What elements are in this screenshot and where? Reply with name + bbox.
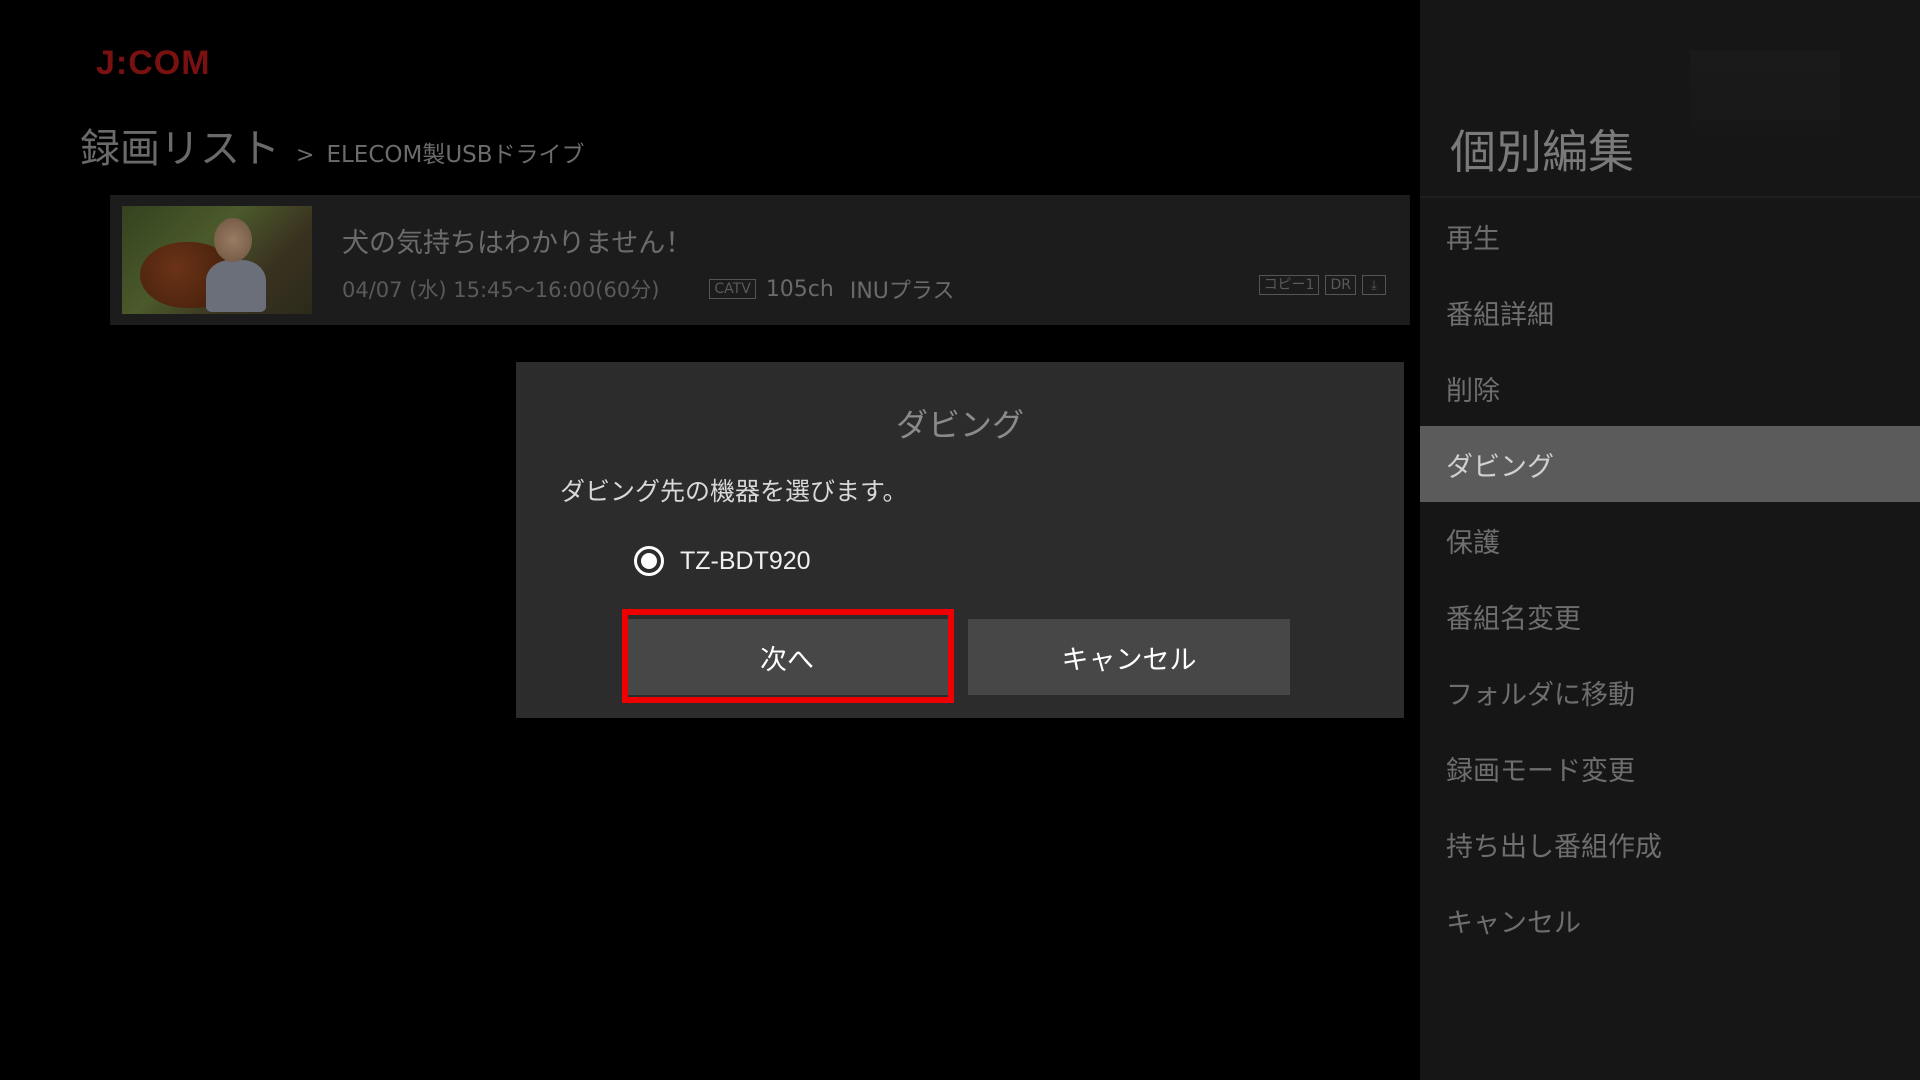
menu-item-protect[interactable]: 保護 — [1420, 502, 1920, 578]
menu-item-create-portable[interactable]: 持ち出し番組作成 — [1420, 806, 1920, 882]
menu-item-dubbing[interactable]: ダビング — [1420, 426, 1920, 502]
menu-item-change-mode[interactable]: 録画モード変更 — [1420, 730, 1920, 806]
menu-item-rename[interactable]: 番組名変更 — [1420, 578, 1920, 654]
download-icon: ⤓ — [1362, 275, 1386, 295]
program-meta: 04/07 (水) 15:45〜16:00(60分) CATV 105ch IN… — [342, 273, 954, 305]
side-menu-title: 個別編集 — [1450, 125, 1634, 179]
menu-item-cancel[interactable]: キャンセル — [1420, 882, 1920, 958]
copy-badge: コピー1 — [1258, 275, 1320, 295]
screen: J:COM 録画リスト > ELECOM製USBドライブ 犬の気持ちはわかりませ… — [0, 0, 1920, 1080]
menu-item-move-folder[interactable]: フォルダに移動 — [1420, 654, 1920, 730]
program-title: 犬の気持ちはわかりません！ — [342, 228, 693, 259]
program-channel: 105ch — [765, 276, 834, 302]
dialog-title: ダビング — [895, 406, 1024, 444]
program-datetime: 04/07 (水) 15:45〜16:00(60分) — [342, 278, 660, 302]
device-option[interactable]: TZ-BDT920 — [634, 546, 811, 576]
menu-item-details[interactable]: 番組詳細 — [1420, 274, 1920, 350]
breadcrumb: 録画リスト > ELECOM製USBドライブ — [80, 116, 585, 174]
side-menu-list: 再生 番組詳細 削除 ダビング 保護 番組名変更 フォルダに移動 録画モード変更… — [1420, 198, 1920, 958]
menu-item-play[interactable]: 再生 — [1420, 198, 1920, 274]
program-thumbnail — [122, 206, 312, 314]
catv-badge: CATV — [709, 279, 756, 299]
dr-badge: DR — [1325, 275, 1356, 295]
breadcrumb-separator: > — [296, 143, 315, 168]
menu-item-delete[interactable]: 削除 — [1420, 350, 1920, 426]
dialog-message: ダビング先の機器を選びます。 — [560, 477, 908, 506]
radio-selected-icon[interactable] — [634, 546, 664, 576]
side-menu: 個別編集 再生 番組詳細 削除 ダビング 保護 番組名変更 フォルダに移動 録画… — [1420, 0, 1920, 1080]
next-button[interactable]: 次へ — [626, 619, 948, 695]
program-badges: コピー1 DR ⤓ — [1258, 275, 1386, 295]
cancel-button[interactable]: キャンセル — [968, 619, 1290, 695]
program-station: INUプラス — [849, 279, 955, 304]
dubbing-dialog: ダビング ダビング先の機器を選びます。 TZ-BDT920 次へ キャンセル — [516, 362, 1404, 718]
page-title: 録画リスト — [80, 126, 280, 172]
device-option-label: TZ-BDT920 — [680, 546, 811, 575]
program-card[interactable]: 犬の気持ちはわかりません！ 04/07 (水) 15:45〜16:00(60分)… — [110, 195, 1410, 325]
breadcrumb-drive: ELECOM製USBドライブ — [326, 142, 585, 168]
jcom-logo: J:COM — [96, 44, 211, 82]
